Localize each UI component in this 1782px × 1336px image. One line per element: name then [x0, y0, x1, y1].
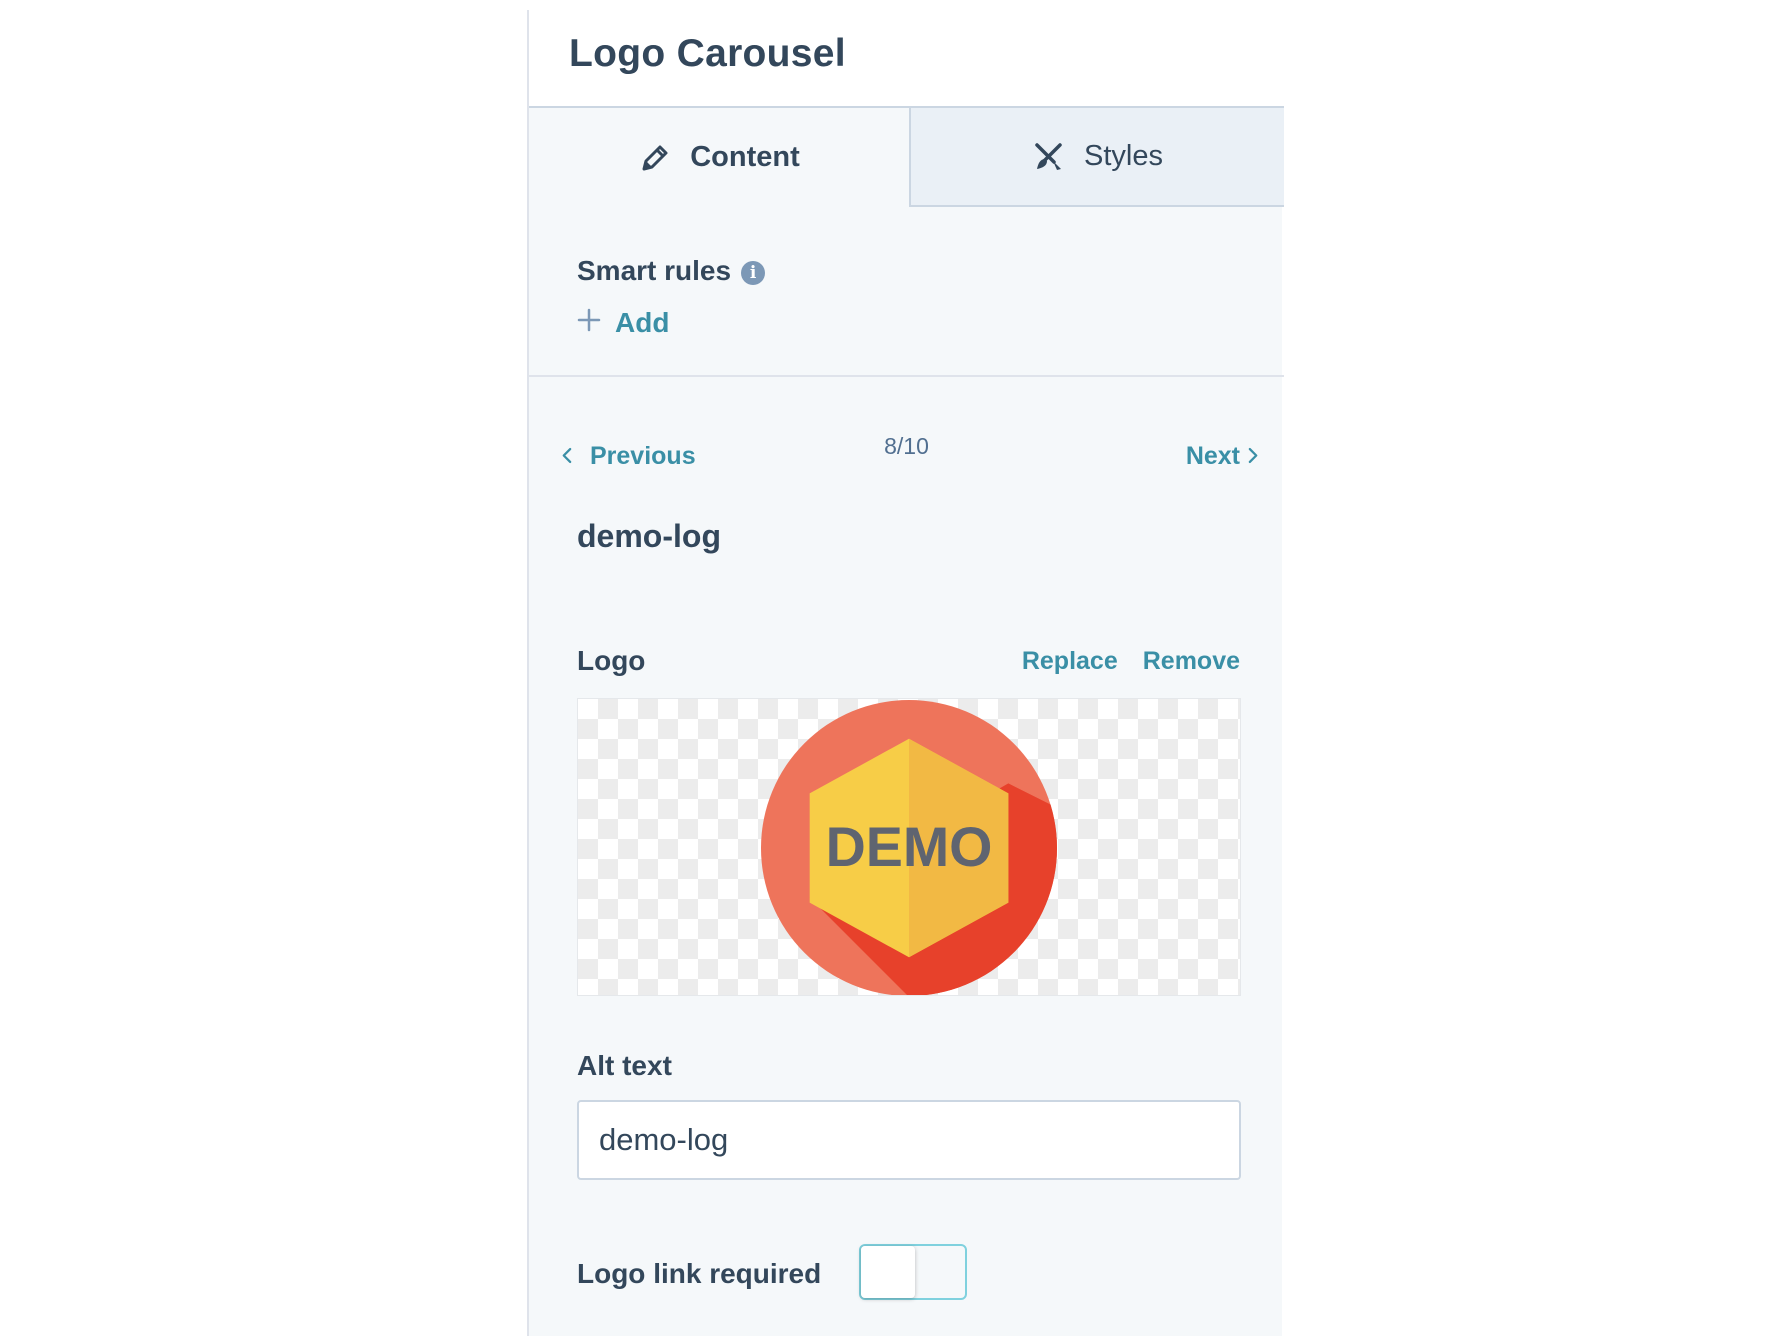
- module-editor-panel: Logo Carousel Content Styles Smart rules…: [527, 10, 1284, 1336]
- add-smart-rule-button[interactable]: Add: [577, 307, 669, 339]
- alt-text-label: Alt text: [577, 1050, 672, 1081]
- toggle-knob: [861, 1246, 915, 1298]
- pencil-icon: [638, 141, 672, 175]
- plus-icon: [577, 307, 601, 339]
- tab-content[interactable]: Content: [529, 108, 909, 207]
- info-icon[interactable]: i: [741, 260, 766, 285]
- next-label: Next: [1185, 442, 1240, 470]
- remove-logo-button[interactable]: Remove: [1143, 647, 1240, 676]
- panel-title: Logo Carousel: [569, 32, 846, 75]
- logo-actions: Replace Remove: [1022, 647, 1240, 676]
- next-button[interactable]: Next: [1186, 442, 1259, 471]
- logo-label: Logo: [577, 645, 646, 676]
- tab-styles[interactable]: Styles: [909, 108, 1284, 207]
- add-label: Add: [615, 307, 670, 338]
- panel-header: Logo Carousel: [529, 10, 1284, 108]
- chevron-right-icon: [1248, 442, 1259, 471]
- smart-rules-section: Smart rules i Add: [529, 207, 1284, 377]
- item-title: demo-log: [577, 518, 721, 554]
- item-navigation: Previous 8/10 Next: [529, 430, 1284, 480]
- tab-content-label: Content: [690, 141, 800, 173]
- editor-tabs: Content Styles: [529, 108, 1284, 207]
- alt-text-input[interactable]: [577, 1100, 1241, 1180]
- replace-logo-button[interactable]: Replace: [1022, 647, 1118, 676]
- pager-indicator: 8/10: [884, 433, 929, 459]
- logo-text: DEMO: [826, 816, 993, 878]
- logo-preview[interactable]: DEMO: [577, 698, 1241, 996]
- demo-logo-image: DEMO: [761, 700, 1058, 995]
- logo-link-required-toggle[interactable]: [859, 1244, 967, 1300]
- smart-rules-heading: Smart rules i: [577, 255, 766, 287]
- tab-styles-label: Styles: [1084, 140, 1163, 172]
- logo-link-required-label: Logo link required: [577, 1258, 822, 1289]
- smart-rules-label: Smart rules: [577, 255, 732, 286]
- brush-pencil-crossed-icon: [1032, 140, 1066, 174]
